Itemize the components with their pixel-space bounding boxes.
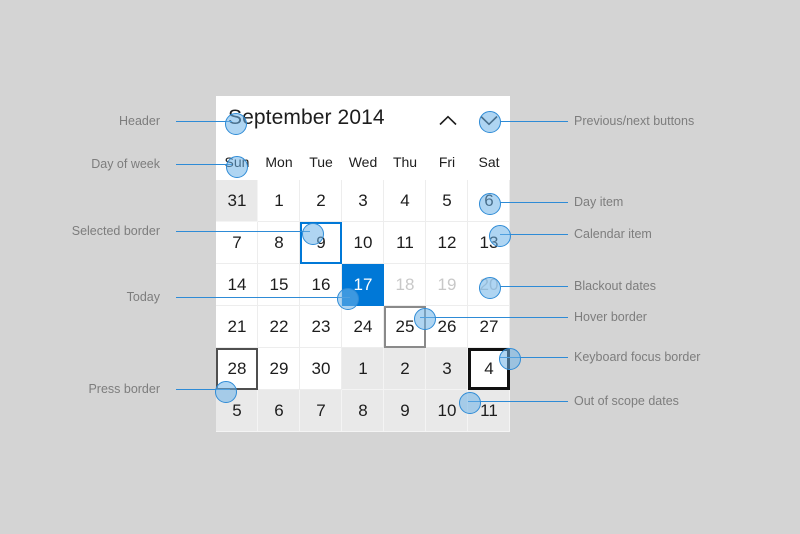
day-cell[interactable]: 11 [384,222,426,264]
day-cell[interactable]: 6 [258,390,300,432]
day-cell[interactable]: 29 [258,348,300,390]
day-cell[interactable]: 10 [342,222,384,264]
annotation-marker-hover-border [414,308,436,330]
annotation-marker-calendar-item [489,225,511,247]
annotation-marker-press-border [215,381,237,403]
day-of-week-fri: Fri [438,154,456,170]
day-cell[interactable]: 18 [384,264,426,306]
day-cell[interactable]: 30 [300,348,342,390]
day-cell[interactable]: 15 [258,264,300,306]
day-cell[interactable]: 2 [300,180,342,222]
day-cell[interactable]: 9 [384,390,426,432]
annotation-marker-day-of-week [226,156,248,178]
day-cell[interactable]: 19 [426,264,468,306]
day-cell[interactable]: 27 [468,306,510,348]
chevron-up-icon [428,115,468,126]
day-cell[interactable]: 21 [216,306,258,348]
day-cell[interactable]: 3 [342,180,384,222]
day-cell[interactable]: 8 [258,222,300,264]
day-cell[interactable]: 3 [426,348,468,390]
annotation-line-header [176,121,232,122]
day-cell[interactable]: 1 [258,180,300,222]
day-cell[interactable]: 8 [342,390,384,432]
annotation-label-prev-next-buttons: Previous/next buttons [574,114,695,128]
annotation-line-selected-border [176,231,310,232]
calendar-title[interactable]: September 2014 [228,106,385,130]
day-cell[interactable]: 7 [300,390,342,432]
annotation-marker-header [225,113,247,135]
annotation-line-prev-next-buttons [500,121,568,122]
calendar-header: September 2014 [216,96,510,151]
annotation-label-hover-border: Hover border [574,310,647,324]
annotation-label-calendar-item: Calendar item [574,227,652,241]
day-cell[interactable]: 16 [300,264,342,306]
annotation-line-blackout-dates [500,286,568,287]
day-of-week-row: Sun Mon Tue Wed Thu Fri Sat [216,149,510,179]
annotation-marker-blackout-dates [479,277,501,299]
annotation-marker-selected-border [302,223,324,245]
anatomy-diagram: September 2014 Sun Mon Tue We [0,0,800,534]
day-cell[interactable]: 5 [426,180,468,222]
annotation-label-day-item: Day item [574,195,624,209]
day-cell[interactable]: 23 [300,306,342,348]
annotation-label-header: Header [119,114,160,128]
day-cell[interactable]: 31 [216,180,258,222]
annotation-label-today: Today [126,290,160,304]
calendar-view[interactable]: September 2014 Sun Mon Tue We [216,96,510,432]
annotation-marker-today [337,288,359,310]
day-cell[interactable]: 2 [384,348,426,390]
previous-button[interactable] [428,104,468,142]
day-of-week-mon: Mon [265,154,293,170]
day-cell[interactable]: 24 [342,306,384,348]
day-cell[interactable]: 1 [342,348,384,390]
annotation-line-today [176,297,350,298]
day-of-week-wed: Wed [348,154,378,170]
day-of-week-tue: Tue [309,154,333,170]
day-cell[interactable]: 12 [426,222,468,264]
annotation-label-selected-border: Selected border [71,224,160,238]
annotation-line-day-of-week [176,164,232,165]
day-of-week-sat: Sat [478,154,500,170]
annotation-marker-keyboard-focus-border [499,348,521,370]
annotation-line-hover-border [420,317,568,318]
annotation-marker-day-item [479,193,501,215]
annotation-label-out-of-scope-dates: Out of scope dates [574,394,679,408]
day-cell[interactable]: 4 [384,180,426,222]
annotation-label-keyboard-focus-border: Keyboard focus border [574,350,701,364]
annotation-marker-prev-next-buttons [479,111,501,133]
day-cell[interactable]: 14 [216,264,258,306]
annotation-line-day-item [500,202,568,203]
annotation-label-day-of-week: Day of week [91,157,160,171]
day-cell[interactable]: 22 [258,306,300,348]
annotation-line-out-of-scope-dates [468,401,568,402]
annotation-label-press-border: Press border [88,382,160,396]
day-of-week-thu: Thu [392,154,418,170]
annotation-label-blackout-dates: Blackout dates [574,279,656,293]
annotation-marker-out-of-scope-dates [459,392,481,414]
day-cell[interactable]: 7 [216,222,258,264]
